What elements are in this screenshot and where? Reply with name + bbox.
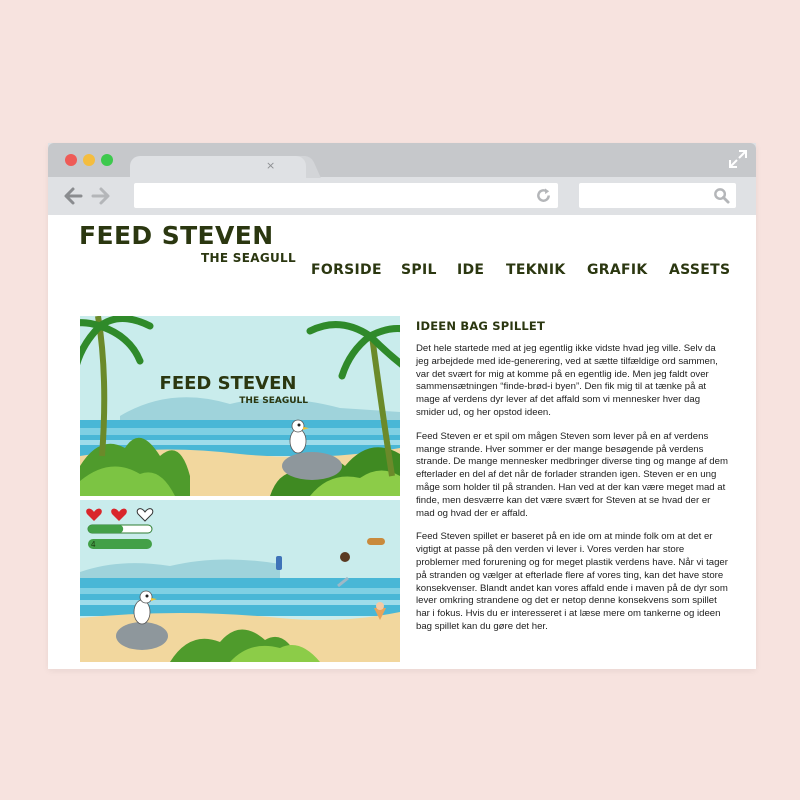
expand-icon[interactable]	[728, 149, 748, 169]
magnifier-icon[interactable]	[713, 187, 730, 204]
close-icon[interactable]: ×	[266, 157, 275, 175]
browser-window: × FEED STEVEN THE SEAGULL FORSIDE SPIL I…	[48, 143, 756, 669]
arrow-right-icon[interactable]	[90, 185, 112, 207]
nav-item-ide[interactable]: IDE	[457, 262, 484, 278]
article-paragraph: Feed Steven spillet er baseret på en ide…	[416, 531, 728, 632]
nav-item-grafik[interactable]: GRAFIK	[587, 262, 648, 278]
game-screenshots: FEED STEVEN THE SEAGULL 4	[80, 316, 400, 662]
arrow-left-icon[interactable]	[62, 185, 84, 207]
bottle-item	[276, 556, 282, 570]
reload-icon[interactable]	[535, 187, 552, 204]
nav-item-assets[interactable]: ASSETS	[669, 262, 730, 278]
game-title-text: FEED STEVEN	[160, 373, 297, 394]
nav-item-teknik[interactable]: TEKNIK	[506, 262, 566, 278]
browser-chrome: ×	[48, 143, 756, 215]
gameplay-screenshot: 4	[80, 500, 400, 662]
article-paragraph: Feed Steven er et spil om mågen Steven s…	[416, 430, 728, 519]
close-window-button[interactable]	[65, 154, 77, 166]
game-title-screenshot: FEED STEVEN THE SEAGULL	[80, 316, 400, 496]
game-subtitle-text: THE SEAGULL	[239, 396, 308, 406]
hotdog-item	[367, 538, 385, 545]
website: FEED STEVEN THE SEAGULL FORSIDE SPIL IDE…	[48, 215, 756, 669]
article: IDEEN BAG SPILLET Det hele startede med …	[416, 316, 729, 645]
article-paragraph: Det hele startede med at jeg egentlig ik…	[416, 343, 718, 418]
tab-strip: ×	[48, 143, 756, 178]
maximize-window-button[interactable]	[101, 154, 113, 166]
url-bar[interactable]	[134, 183, 558, 208]
minimize-window-button[interactable]	[83, 154, 95, 166]
score-bar	[88, 539, 152, 549]
nav-item-forside[interactable]: FORSIDE	[311, 262, 382, 278]
nav-item-spil[interactable]: SPIL	[401, 262, 437, 278]
search-input[interactable]	[579, 183, 736, 208]
browser-tab[interactable]	[130, 156, 306, 178]
score-value: 4	[91, 540, 96, 549]
main-navigation: FORSIDE SPIL IDE TEKNIK GRAFIK ASSETS	[48, 262, 756, 282]
article-heading: IDEEN BAG SPILLET	[416, 319, 546, 333]
site-logo-title[interactable]: FEED STEVEN	[79, 221, 274, 250]
donut-item	[340, 552, 350, 562]
energy-bar-fill	[88, 525, 124, 533]
